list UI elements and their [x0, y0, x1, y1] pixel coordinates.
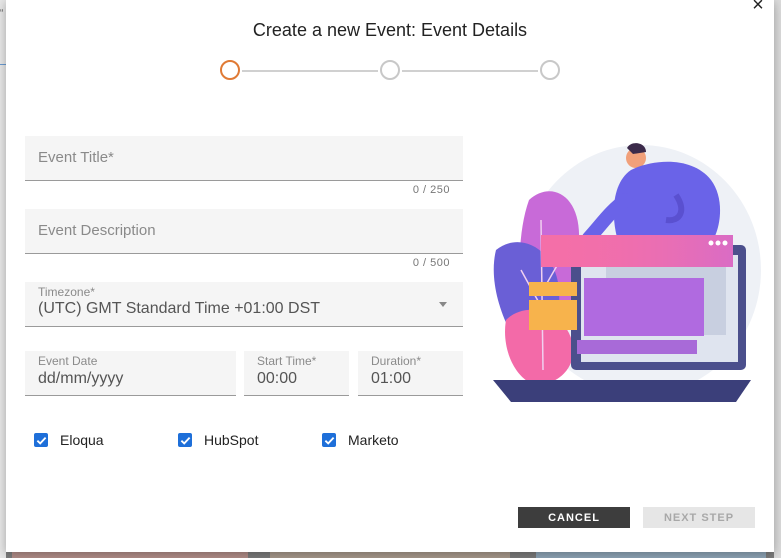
timezone-label: Timezone*: [38, 285, 95, 299]
marketo-label: Marketo: [348, 432, 399, 448]
start-time-label: Start Time*: [257, 354, 317, 368]
dialog-title: Create a new Event: Event Details: [252, 20, 528, 40]
eloqua-checkbox-group[interactable]: Eloqua: [34, 431, 104, 449]
checkmark-icon: [180, 436, 190, 445]
timezone-value: (UTC) GMT Standard Time +01:00 DST: [38, 300, 321, 317]
background-card: [12, 552, 248, 558]
checkmark-icon: [36, 436, 46, 445]
marketo-checkbox[interactable]: [322, 433, 336, 447]
duration-input[interactable]: Duration* 01:00: [358, 351, 463, 396]
create-event-dialog: × Create a new Event: Event Details Even…: [6, 0, 774, 552]
event-description-placeholder: Event Description: [38, 222, 156, 239]
step-2-indicator: [380, 60, 400, 80]
timezone-select[interactable]: Timezone* (UTC) GMT Standard Time +01:00…: [25, 282, 463, 327]
duration-value: 01:00: [371, 370, 412, 387]
event-date-input[interactable]: Event Date dd/mm/yyyy: [25, 351, 236, 396]
stepper-connector: [242, 70, 378, 72]
eloqua-label: Eloqua: [60, 432, 104, 448]
stepper-connector: [402, 70, 538, 72]
event-date-value: dd/mm/yyyy: [38, 370, 124, 387]
event-date-label: Event Date: [38, 354, 98, 368]
hubspot-checkbox-group[interactable]: HubSpot: [178, 431, 258, 449]
dropdown-arrow-icon: [439, 302, 447, 307]
start-time-value: 00:00: [257, 370, 298, 387]
background-page-edge-right: [774, 0, 781, 558]
start-time-input[interactable]: Start Time* 00:00: [244, 351, 349, 396]
cancel-button[interactable]: CANCEL: [518, 507, 630, 528]
background-card: [536, 552, 766, 558]
eloqua-checkbox[interactable]: [34, 433, 48, 447]
background-card: [270, 552, 510, 558]
duration-label: Duration*: [371, 354, 422, 368]
event-title-counter: 0 / 250: [412, 184, 450, 196]
event-description-counter: 0 / 500: [412, 257, 450, 269]
event-title-placeholder: Event Title*: [38, 149, 114, 166]
event-title-input[interactable]: Event Title*: [25, 136, 463, 181]
hubspot-checkbox[interactable]: [178, 433, 192, 447]
marketo-checkbox-group[interactable]: Marketo: [322, 431, 399, 449]
progress-stepper: [220, 60, 560, 82]
event-illustration: [493, 143, 761, 402]
step-1-indicator: [220, 60, 240, 80]
close-button[interactable]: ×: [748, 0, 768, 15]
checkmark-icon: [324, 436, 334, 445]
background-mark: “: [0, 8, 4, 19]
event-description-input[interactable]: Event Description: [25, 209, 463, 254]
step-3-indicator: [540, 60, 560, 80]
next-step-button[interactable]: NEXT STEP: [643, 507, 755, 528]
hubspot-label: HubSpot: [204, 432, 259, 448]
